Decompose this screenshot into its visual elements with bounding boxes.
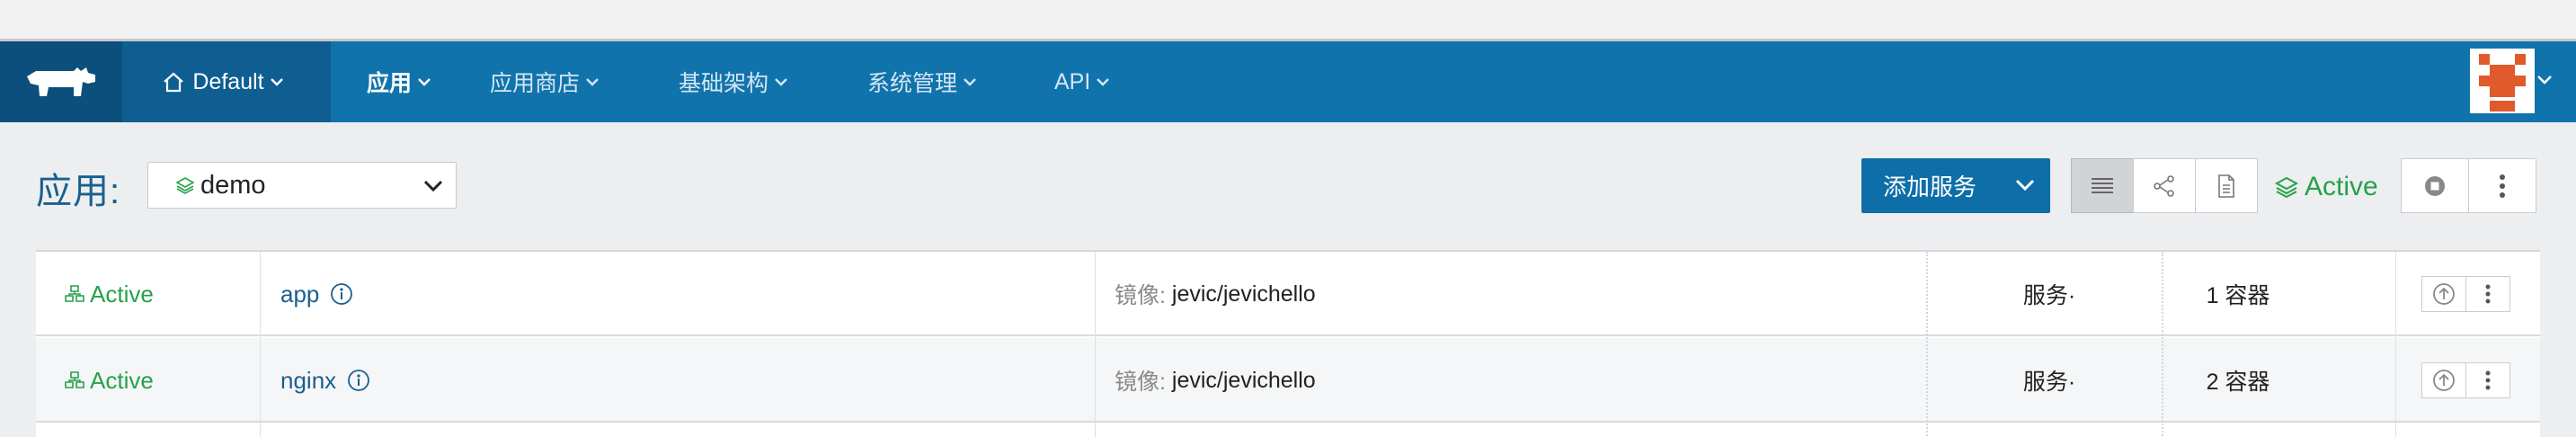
row-more-button[interactable] [2465,276,2510,312]
service-name[interactable]: nginx [280,338,370,423]
graph-view-button[interactable] [2133,158,2196,213]
chevron-down-icon [586,78,599,86]
chevron-down-icon[interactable] [2536,74,2553,86]
service-icon [65,285,84,302]
nav-api[interactable]: API [1054,41,1110,122]
more-icon [2485,284,2491,304]
chevron-down-icon [2015,179,2035,192]
row-actions [2421,276,2510,312]
user-avatar[interactable] [2470,49,2535,113]
image-value: jevic/jevichello [1171,367,1316,393]
chevron-down-icon [964,78,976,86]
nav-catalog[interactable]: 应用商店 [490,41,600,122]
stop-stack-button[interactable] [2401,158,2469,213]
upgrade-button[interactable] [2421,362,2466,398]
nav-api-label: API [1054,68,1091,94]
upgrade-icon [2433,370,2455,391]
environment-selector[interactable]: Default [122,41,331,122]
list-view-button[interactable] [2071,158,2134,213]
nav-infrastructure[interactable]: 基础架构 [679,41,788,122]
environment-name: Default [192,68,264,94]
compose-file-button[interactable] [2195,158,2258,213]
chevron-down-icon [270,78,283,86]
stack-select-value: demo [200,170,266,200]
chevron-down-icon [423,180,443,192]
info-icon[interactable] [347,369,370,392]
chevron-down-icon [1097,78,1110,86]
row-more-button[interactable] [2465,362,2510,398]
nav-apps-label: 应用 [367,71,413,96]
nav-admin[interactable]: 系统管理 [867,41,977,122]
page-title: 应用: [36,172,121,211]
services-table: Active app 镜像: jevic/jevichello 服务· 1 容器… [36,250,2540,437]
layers-icon [2274,176,2299,199]
service-state: Active [63,252,154,336]
service-name[interactable]: app [280,252,353,336]
column-divider [1095,252,1096,437]
nav-admin-label: 系统管理 [867,71,958,96]
service-image: 镜像: jevic/jevichello [1115,252,1316,336]
upgrade-icon [2433,283,2455,305]
table-row[interactable]: Active nginx 镜像: jevic/jevichello 服务· 2 … [36,338,2540,423]
browser-top-strip [0,0,2576,41]
layers-icon [175,177,195,194]
service-image: 镜像: jevic/jevichello [1115,338,1316,423]
service-state-label: Active [90,366,154,394]
home-icon [164,72,184,93]
table-row[interactable]: Active app 镜像: jevic/jevichello 服务· 1 容器 [36,252,2540,336]
service-name-link[interactable]: app [280,281,319,308]
graph-view-icon [2154,174,2174,197]
chevron-down-icon [775,78,787,86]
image-label: 镜像: [1115,283,1166,308]
more-icon [2485,370,2491,390]
ranch-cow-logo-icon [27,67,95,96]
service-state-label: Active [90,280,154,308]
more-icon [2500,174,2505,198]
stack-status: Active [2274,169,2378,205]
top-navigation: Default 应用 应用商店 基础架构 系统管理 API [0,41,2576,122]
container-count: 1 容器 [2206,283,2270,308]
column-divider [1926,252,1928,437]
stack-actions [2401,158,2536,213]
user-avatar-icon [2470,49,2535,113]
table-row [36,424,2540,437]
upgrade-button[interactable] [2421,276,2466,312]
service-name-link[interactable]: nginx [280,367,336,395]
compose-file-icon [2218,174,2234,198]
list-view-icon [2092,177,2113,193]
service-icon [65,371,84,388]
stack-status-label: Active [2305,172,2378,201]
row-actions [2421,362,2510,398]
nav-catalog-label: 应用商店 [490,71,581,96]
service-state: Active [63,338,154,423]
stop-icon [2425,175,2445,196]
nav-infrastructure-label: 基础架构 [679,71,769,96]
stack-more-button[interactable] [2468,158,2536,213]
image-value: jevic/jevichello [1171,281,1316,307]
stack-header: 应用: demo 添加服务 Active [0,122,2576,248]
view-mode-group [2071,158,2258,213]
column-divider [2162,252,2163,437]
stack-select[interactable]: demo [147,162,457,209]
service-type: 服务· [2022,283,2076,308]
chevron-down-icon [418,78,431,86]
column-divider [260,252,261,437]
image-label: 镜像: [1115,370,1166,395]
rancher-logo[interactable] [0,41,122,122]
service-type: 服务· [2022,370,2076,395]
info-icon[interactable] [330,282,353,306]
container-count: 2 容器 [2206,370,2270,395]
add-service-label: 添加服务 [1883,174,1977,201]
column-divider [2395,252,2396,437]
nav-apps[interactable]: 应用 [367,41,431,122]
add-service-button[interactable]: 添加服务 [1861,158,2050,213]
